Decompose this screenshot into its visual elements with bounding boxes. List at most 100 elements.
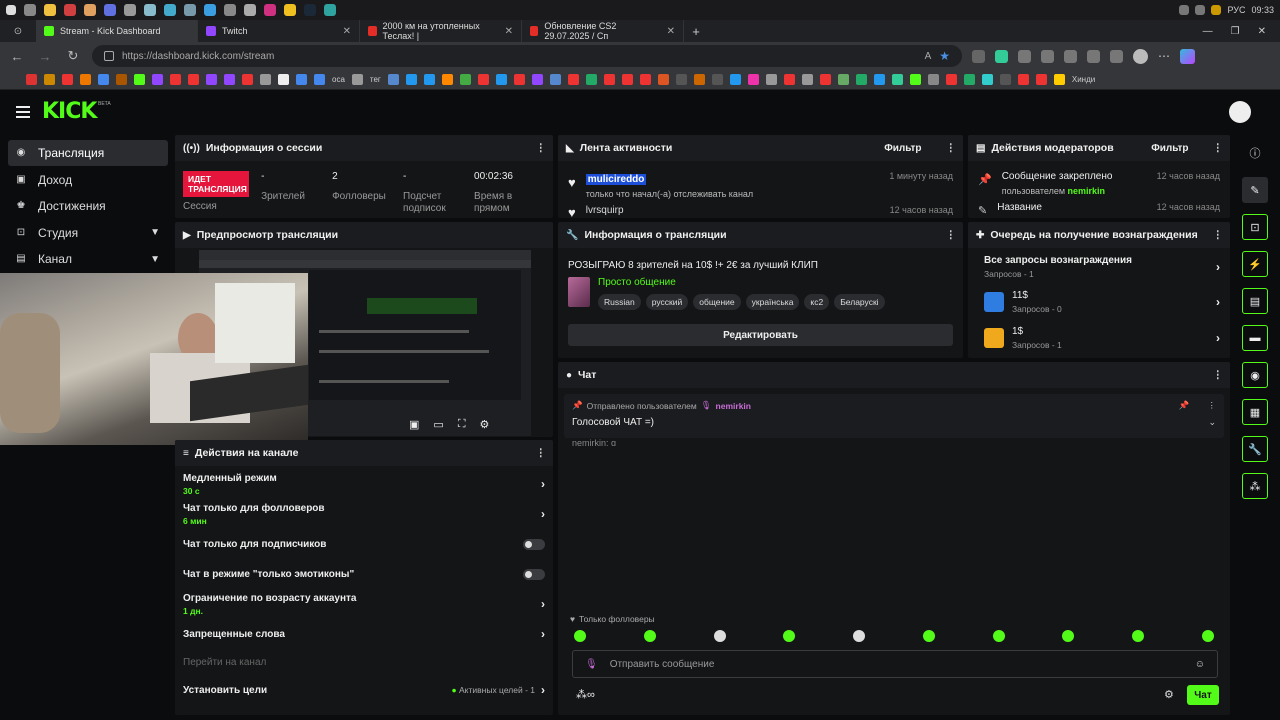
chat-send-button[interactable]: Чат [1187,685,1219,705]
emote-icon[interactable] [992,630,1005,642]
extension-icon[interactable] [1018,49,1031,63]
emote-icon[interactable] [783,630,796,642]
bookmark-icon[interactable] [224,74,235,85]
bookmark-icon[interactable] [729,74,741,85]
close-tab-icon[interactable]: ✕ [505,26,513,37]
pinned-user[interactable]: nemirkin [716,401,751,411]
app-icon[interactable] [224,4,236,16]
activity-username[interactable]: mulicireddo [585,174,647,185]
lang-indicator[interactable]: РУС [1227,5,1245,15]
kick-logo[interactable]: KICK [42,99,97,124]
chevron-right-icon[interactable]: › [541,597,545,611]
bookmark-icon[interactable] [116,74,127,85]
app-icon[interactable] [44,4,56,16]
bookmark-icon[interactable] [80,74,91,85]
tray-icon[interactable] [1179,5,1190,15]
more-options-icon[interactable]: ⋮ [536,142,546,154]
bookmark-icon[interactable] [1017,74,1029,85]
bookmark-icon[interactable] [1035,74,1047,85]
collections-icon[interactable] [1087,49,1100,63]
unpin-icon[interactable]: 📌 [1179,400,1190,411]
clock[interactable]: 09:33 [1251,5,1274,15]
more-options-icon[interactable]: ⋮ [1213,229,1223,241]
app-icon[interactable] [184,4,196,16]
emote-icon[interactable] [1201,630,1214,642]
menu-icon[interactable] [16,106,30,118]
subscribers-only-toggle[interactable] [523,538,545,550]
mic-icon[interactable]: 🎙 [585,659,598,670]
close-window-icon[interactable]: ✕ [1258,26,1266,37]
windows-icon[interactable] [6,5,16,15]
chat-icon[interactable]: ▬ [1242,325,1268,351]
sidebar-item-income[interactable]: ▣ Доход [8,167,168,193]
emote-icon[interactable] [1132,630,1145,642]
chevron-right-icon[interactable]: › [541,477,545,491]
bookmark-icon[interactable] [621,74,633,85]
filter-button[interactable]: Фильтр [884,143,921,154]
mod-action-user[interactable]: nemirkin [1068,186,1106,196]
more-options-icon[interactable]: ⋮ [1213,142,1223,154]
split-screen-icon[interactable] [1041,49,1054,63]
steam-icon[interactable] [304,4,316,16]
bookmark-icon[interactable] [603,74,615,85]
bookmark-icon[interactable] [152,74,163,85]
bookmark-icon[interactable] [531,74,543,85]
bookmark-label[interactable]: тег [370,75,381,84]
bookmark-icon[interactable] [459,74,471,85]
forward-icon[interactable]: → [36,49,54,64]
bookmark-icon[interactable] [170,74,181,85]
search-icon[interactable] [24,4,36,16]
favorite-star-icon[interactable]: ★ [939,49,950,63]
chevron-right-icon[interactable]: › [541,627,545,641]
bookmark-icon[interactable] [26,74,37,85]
close-tab-icon[interactable]: ✕ [343,26,351,37]
bookmark-icon[interactable] [945,74,957,85]
bookmark-icon[interactable] [477,74,489,85]
edit-button[interactable]: Редактировать [568,324,953,346]
edit-icon[interactable]: ✎ [1242,177,1268,203]
bookmark-label[interactable]: оса [332,75,345,84]
bookmark-icon[interactable] [711,74,723,85]
more-menu-icon[interactable]: ⋯ [1158,49,1170,63]
pip-icon[interactable]: ▣ [409,418,419,431]
bookmark-icon[interactable] [783,74,795,85]
bookmark-icon[interactable] [44,74,55,85]
chevron-down-icon[interactable]: ▼ [150,227,160,238]
bookmark-icon[interactable] [188,74,199,85]
bookmark-icon[interactable] [495,74,507,85]
fullscreen-icon[interactable]: ⛶ [458,418,466,431]
app-icon[interactable] [64,4,76,16]
app-icon[interactable] [124,4,136,16]
bookmark-icon[interactable] [639,74,651,85]
followers-only-row[interactable]: Чат только для фолловеров 6 мин › [175,500,553,528]
app-icon[interactable] [104,4,116,16]
emote-icon[interactable] [643,630,656,642]
bookmark-icon[interactable] [387,74,399,85]
bookmark-label[interactable]: Хинди [1072,75,1095,84]
bookmark-icon[interactable] [873,74,885,85]
emote-only-toggle[interactable] [523,568,545,580]
chevron-down-icon[interactable]: ▼ [150,254,160,265]
bookmark-icon[interactable] [801,74,813,85]
browser-tab-youtube-1[interactable]: 2000 км на утопленных Теслах! | ✕ [360,20,522,42]
bookmark-icon[interactable] [927,74,939,85]
banned-words-row[interactable]: Запрещенные слова › [175,620,553,648]
edge-icon[interactable] [324,4,336,16]
bookmark-icon[interactable] [405,74,417,85]
extension-icon[interactable] [972,49,985,63]
bookmark-icon[interactable] [549,74,561,85]
browser-tab-twitch[interactable]: Twitch ✕ [198,20,360,42]
url-field[interactable]: https://dashboard.kick.com/stream A ★ [92,45,962,67]
bookmark-icon[interactable] [1053,74,1065,85]
points-icon[interactable]: ⁂∞ [576,688,595,701]
bookmark-icon[interactable] [567,74,579,85]
bookmark-icon[interactable] [278,74,289,85]
bookmark-icon[interactable] [747,74,759,85]
bookmark-icon[interactable] [855,74,867,85]
tray-icon[interactable] [1211,5,1222,15]
bookmark-icon[interactable] [999,74,1011,85]
app-icon[interactable] [284,4,296,16]
history-icon[interactable] [1110,49,1123,63]
reward-item[interactable]: 11$ Запросов - 0 › [968,284,1230,320]
sidebar-item-stream[interactable]: ◉ Трансляция [8,140,168,166]
